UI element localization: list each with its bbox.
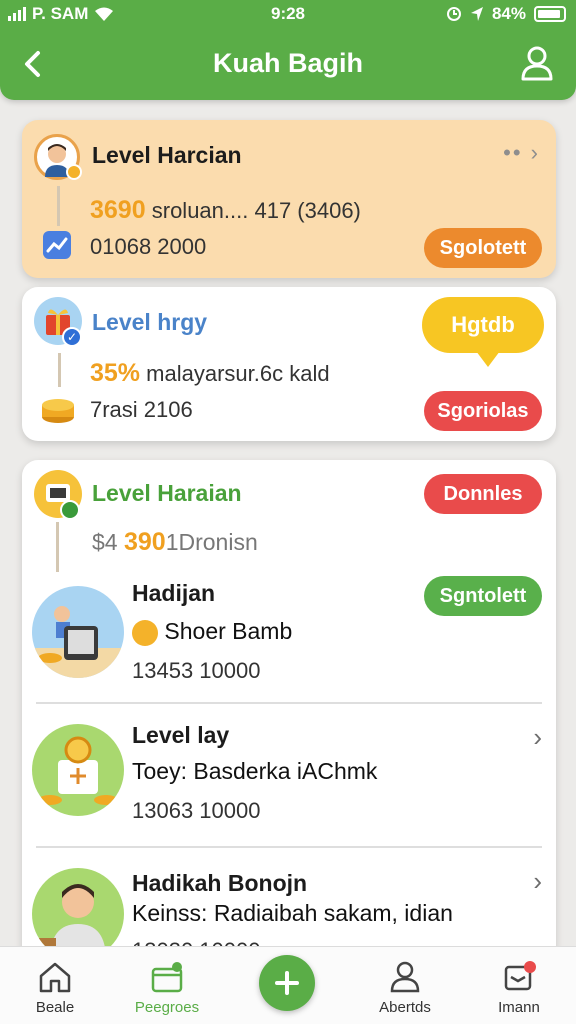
card-summary: 35% malayarsur.6c kald (90, 359, 330, 388)
home-icon (39, 962, 71, 993)
card-title: Level Haraian (92, 480, 242, 506)
tab-profile[interactable]: Abertds (350, 947, 460, 1024)
card-summary: $4 3901Dronisn (92, 528, 258, 557)
card-summary: 3690 sroluan.... 417 (3406) (90, 196, 361, 225)
card-amount: 390 (123, 528, 166, 556)
card-action-button[interactable]: Sgolotett (424, 228, 542, 268)
chart-trend-icon (43, 231, 71, 259)
card-amount: 35% (90, 359, 141, 387)
list-divider (36, 846, 542, 848)
item-date: 13063 10000 (132, 798, 261, 823)
location-icon (470, 7, 483, 21)
person-icon (390, 961, 420, 993)
package-icon (132, 619, 158, 646)
timeline-connector (56, 522, 59, 572)
tab-home[interactable]: Beale (0, 947, 110, 1024)
coin-badge-icon (66, 164, 82, 180)
card-title: Level Harcian (92, 142, 242, 168)
check-badge-icon: ✓ (62, 327, 82, 347)
level-card-list: Level Haraian Donnles $4 3901Dronisn Had… (22, 460, 556, 980)
gift-box-icon (151, 962, 183, 993)
status-bar: P. SAM 9:28 84% (0, 4, 576, 26)
list-item[interactable]: Hadijan Shoer Bamb 13453 10000 Sgntolett (22, 572, 556, 702)
tab-label: Imann (498, 999, 540, 1016)
amount-prefix: $4 (92, 529, 118, 555)
battery-percent: 84% (491, 4, 526, 23)
tab-inbox[interactable]: Imann (464, 947, 574, 1024)
speech-bubble-badge[interactable]: Hgtdb (422, 297, 544, 367)
app-header: P. SAM 9:28 84% Kuah Bagih (0, 0, 576, 100)
check-badge-icon (60, 500, 80, 520)
tab-label: Peegroes (134, 999, 200, 1016)
profile-button[interactable] (520, 45, 554, 81)
tab-label: Abertds (379, 999, 431, 1016)
level-card-daily[interactable]: Level Harcian •• › 3690 sroluan.... 417 … (22, 120, 556, 278)
status-badge[interactable]: Donnles (424, 474, 542, 514)
card-action-button[interactable]: Sgoriolas (424, 391, 542, 431)
coin-stack-icon (42, 399, 74, 423)
amount-suffix: 1Dronisn (165, 529, 258, 555)
chevron-right-icon[interactable]: › (533, 866, 542, 897)
chevron-right-icon[interactable]: › (533, 722, 542, 753)
item-subtitle-row: Shoer Bamb (132, 618, 292, 646)
tab-label: Beale (35, 999, 75, 1016)
item-subtitle: Shoer Bamb (164, 618, 293, 644)
tab-progress[interactable]: Peegroes (112, 947, 222, 1024)
item-title: Hadikah Bonojn (132, 870, 308, 896)
item-date: 13453 10000 (132, 658, 261, 683)
timeline-connector (57, 186, 60, 226)
card-title: Level hrgy (92, 309, 208, 335)
item-title: Level lay (132, 722, 230, 748)
piggy-bank-illustration-icon (32, 724, 124, 816)
list-item[interactable]: Level lay Toey: Basderka iAChmk 13063 10… (22, 712, 556, 842)
item-subtitle: Keinss: Radiaibah sakam, idian (132, 900, 453, 926)
timeline-connector (58, 353, 61, 387)
more-options-icon[interactable]: •• › (503, 140, 540, 166)
item-title: Hadijan (132, 580, 216, 606)
battery-icon (534, 6, 566, 22)
notification-icon (504, 961, 536, 991)
add-button[interactable] (259, 955, 315, 1011)
card-amount: 3690 (90, 196, 146, 224)
item-action-button[interactable]: Sgntolett (424, 576, 542, 616)
level-card-weekly[interactable]: ✓ Level hrgy Hgtdb 35% malayarsur.6c kal… (22, 287, 556, 441)
item-subtitle: Toey: Basderka iAChmk (132, 758, 378, 784)
card-date: 01068 2000 (90, 234, 207, 259)
tablet-illustration-icon (32, 586, 124, 678)
card-date: 7rasi 2106 (90, 397, 193, 422)
list-divider (36, 702, 542, 704)
card-description: sroluan.... 417 (3406) (151, 198, 361, 223)
alarm-icon (446, 7, 461, 21)
page-title: Kuah Bagih (212, 48, 363, 78)
card-description: malayarsur.6c kald (146, 361, 330, 386)
